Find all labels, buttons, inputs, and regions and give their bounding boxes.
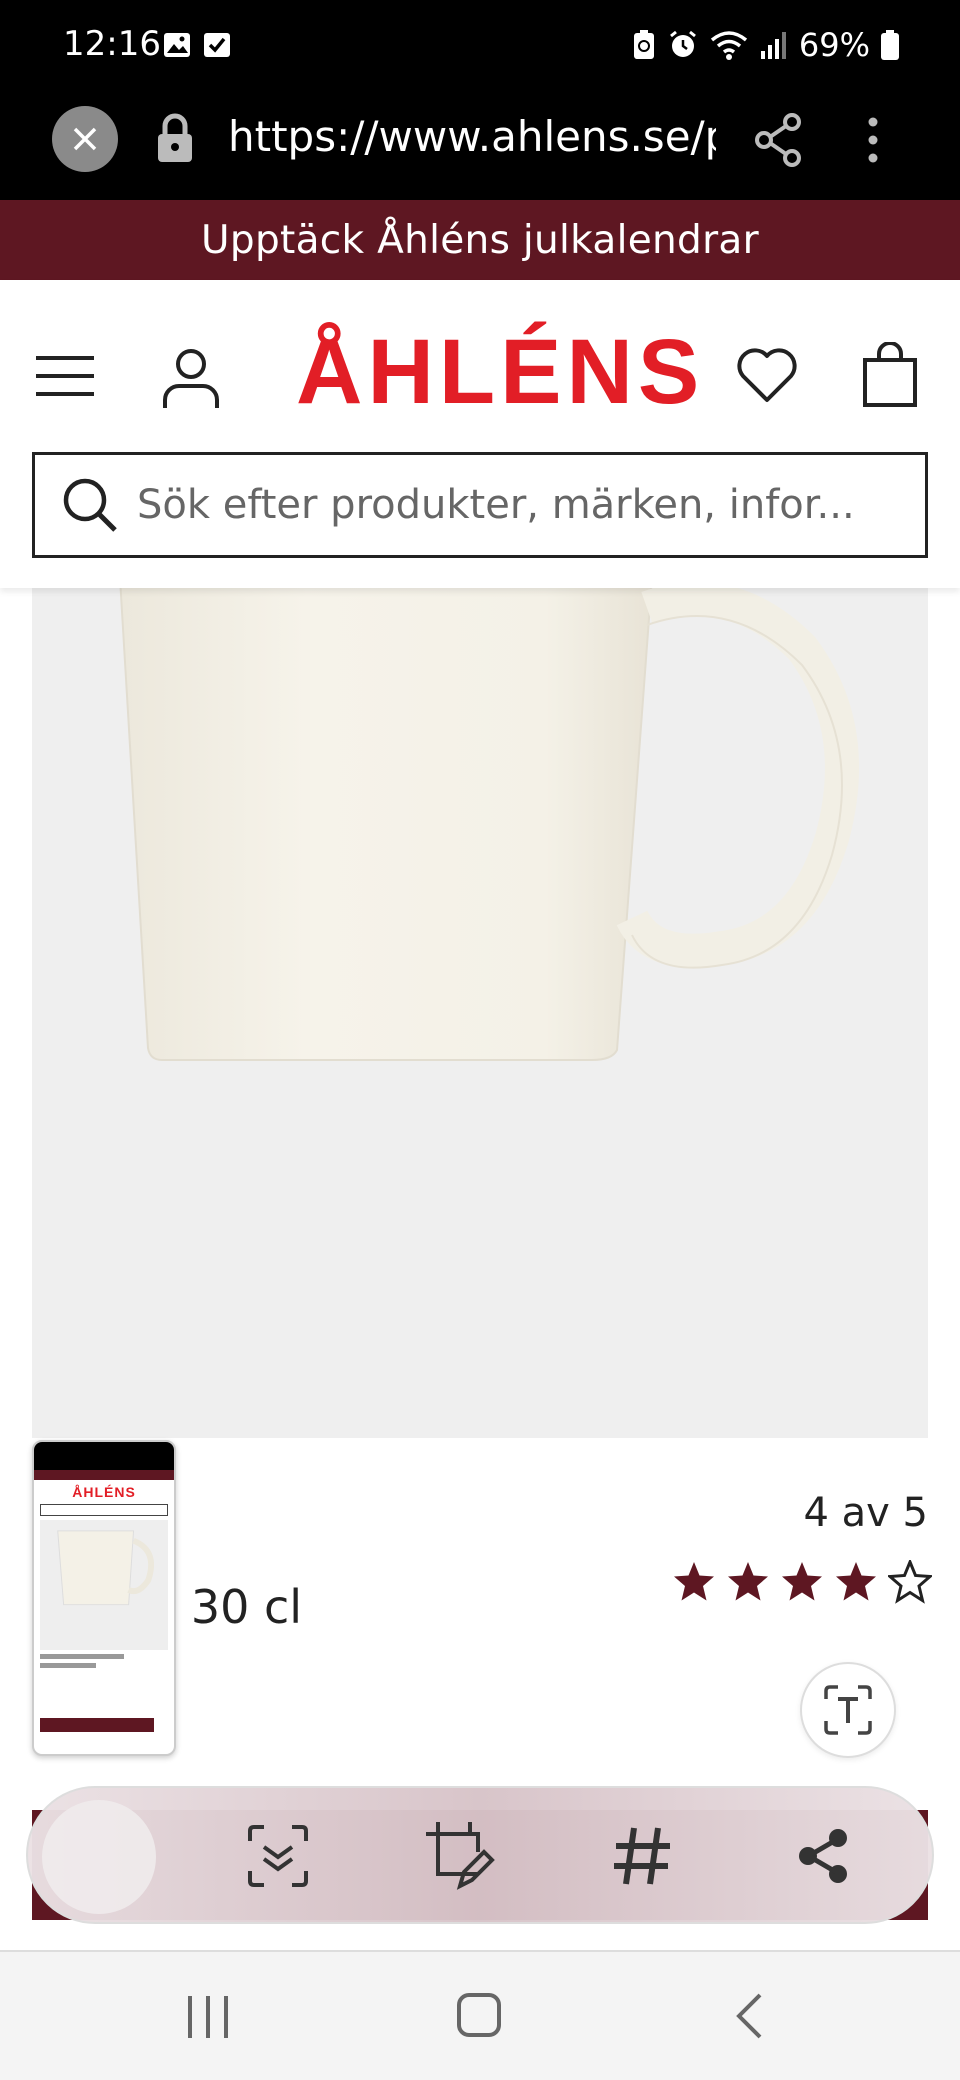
battery-icon [881,30,899,60]
draw-crop-button[interactable] [422,1818,498,1894]
gallery-icon [164,33,190,57]
shopping-bag-icon[interactable] [862,342,918,408]
battery-percent: 69% [798,26,870,64]
alarm-icon [669,30,696,57]
recent-apps-icon[interactable] [186,1994,230,2040]
signal-icon [760,32,786,59]
ahlens-logo[interactable]: ÅHLÉNS [296,320,704,425]
star-filled-icon [782,1562,822,1601]
more-options-icon[interactable] [858,110,888,170]
share-icon [799,1829,847,1883]
checkbox-icon [204,33,230,57]
star-empty-icon [888,1560,932,1604]
close-tab-button[interactable] [52,106,118,172]
share-icon[interactable] [752,110,804,170]
mug-image [119,588,859,1061]
star-filled-icon [674,1562,714,1601]
browser-toolbar: https://www.ahlens.se/pr [0,92,960,200]
search-input[interactable] [137,482,897,528]
close-icon [73,127,97,151]
screenshot-thumb[interactable] [42,1800,156,1914]
star-filled-icon [836,1562,876,1601]
recycle-icon [633,30,654,59]
search-box[interactable] [32,452,928,558]
site-header: ÅHLÉNS [0,280,960,588]
url-bar[interactable]: https://www.ahlens.se/pr [228,112,716,161]
text-recognition-icon [824,1685,872,1735]
system-navigation-bar [0,1950,960,2080]
wifi-icon [710,31,747,60]
account-icon[interactable] [160,346,222,410]
hashtag-icon [614,1827,670,1885]
share-screenshot-button[interactable] [786,1818,862,1894]
promo-banner[interactable]: Upptäck Åhléns julkalendrar [0,200,960,280]
text-scan-button[interactable] [800,1662,896,1758]
rating-text: 4 av 5 [803,1490,928,1536]
hashtag-button[interactable] [604,1818,680,1894]
search-icon [63,478,117,532]
lock-icon [158,113,192,162]
status-time: 12:16 [63,24,161,64]
product-image[interactable] [32,588,928,1438]
status-bar: 12:16 69% [0,0,960,92]
back-icon[interactable] [734,1992,764,2040]
star-rating [672,1560,932,1604]
scroll-capture-button[interactable] [240,1818,316,1894]
scroll-capture-icon [248,1825,308,1887]
home-icon[interactable] [456,1992,502,2038]
menu-icon[interactable] [34,354,96,398]
heart-icon[interactable] [735,346,799,404]
screenshot-toolbar [26,1786,934,1924]
screenshot-preview[interactable]: ÅHLÉNS [32,1440,176,1756]
star-filled-icon [728,1562,768,1601]
draw-crop-icon [426,1822,495,1890]
thumb-logo: ÅHLÉNS [72,1484,136,1500]
